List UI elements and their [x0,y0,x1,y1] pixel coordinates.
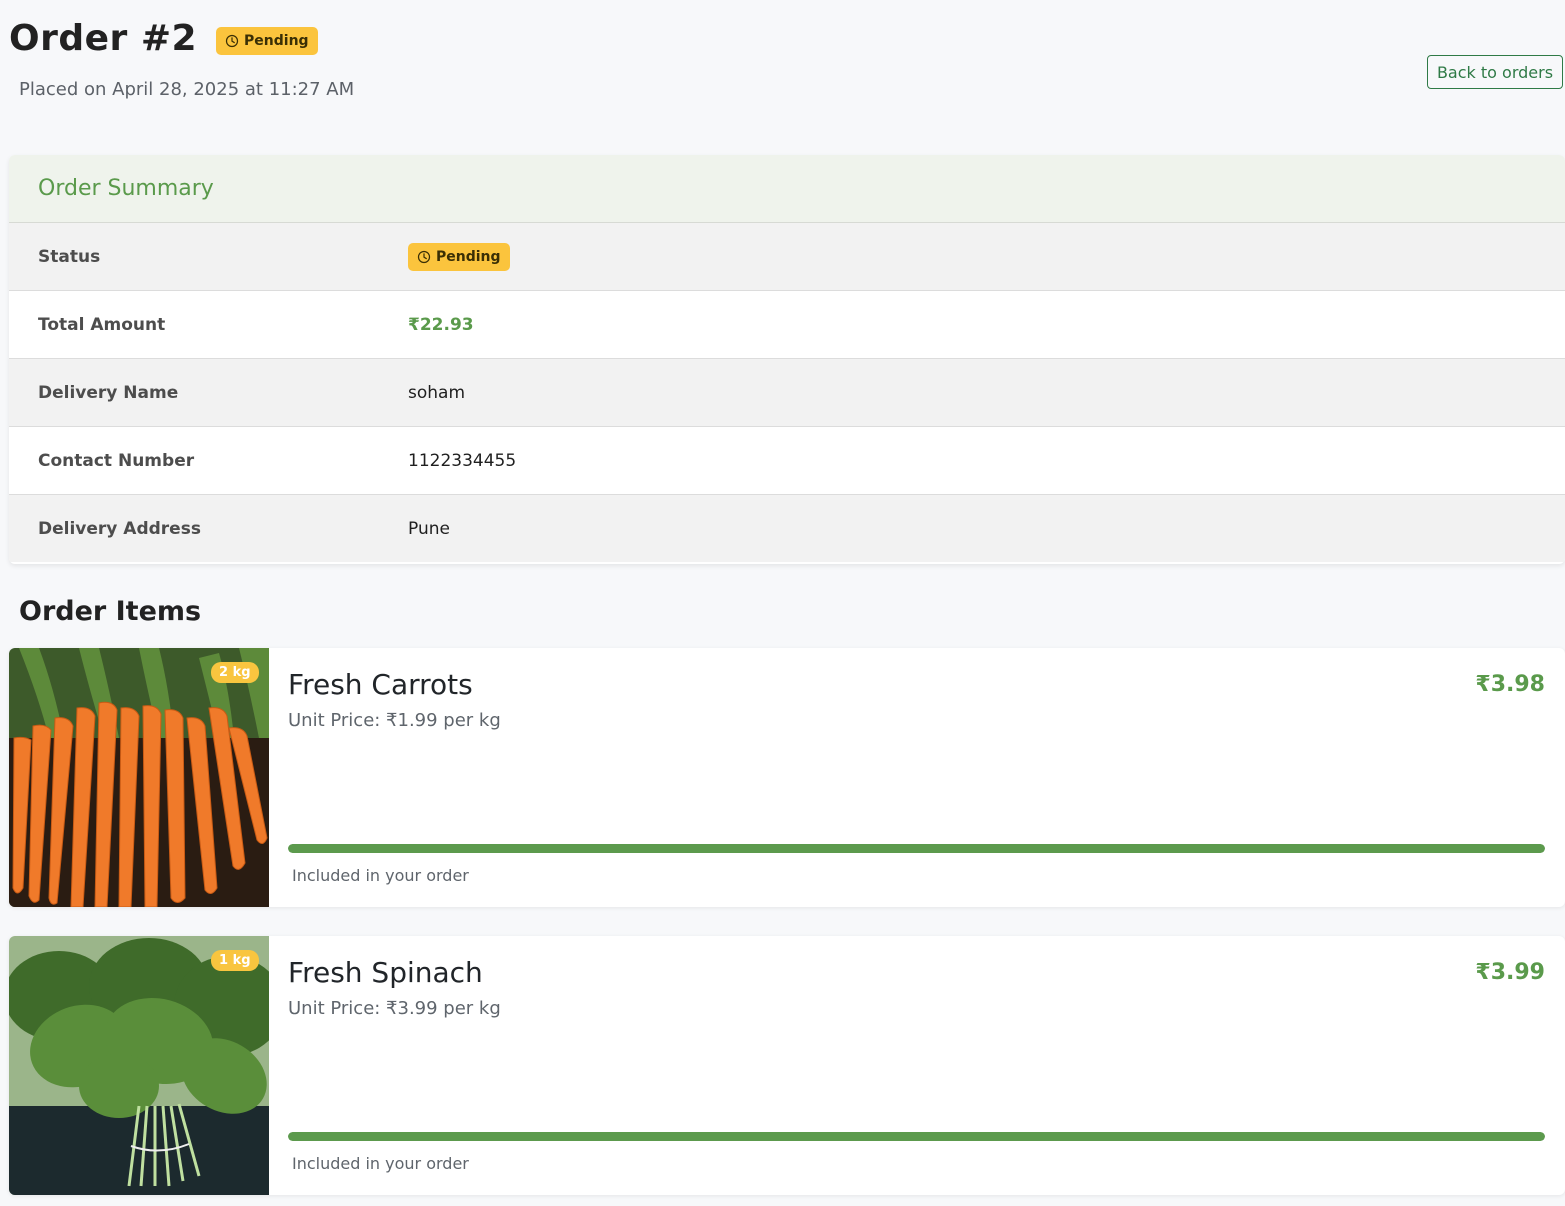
status-badge: Pending [216,26,318,55]
back-to-orders-button[interactable]: Back to orders [1427,55,1563,89]
item-total-price: ₹3.98 [1475,672,1545,697]
summary-header: Order Summary [9,155,1565,223]
summary-label: Delivery Name [38,382,179,403]
summary-label: Contact Number [38,450,195,471]
summary-value: soham [408,382,466,403]
summary-heading: Order Summary [38,176,214,201]
status-badge-label: Pending [436,248,501,265]
summary-row-total: Total Amount ₹22.93 [9,291,1565,359]
clock-icon [417,250,431,263]
summary-label: Status [38,246,101,267]
summary-value: 1122334455 [408,450,517,471]
item-progress-bar [288,1132,1545,1141]
summary-row-contact: Contact Number 1122334455 [9,427,1565,495]
total-amount-value: ₹22.93 [408,314,474,335]
order-item-card: 2 kg Fresh Carrots Unit Price: ₹1.99 per… [9,648,1565,907]
carrots-photo: 2 kg [9,648,269,907]
item-progress-fill [288,844,1545,853]
summary-label: Delivery Address [38,518,201,539]
quantity-badge: 2 kg [211,662,259,683]
item-progress-bar [288,844,1545,853]
summary-row-address: Delivery Address Pune [9,495,1565,562]
page-title: Order #2 [9,18,198,59]
status-badge: Pending [408,242,510,271]
order-header: Order #2 Pending Placed on April 28, 202… [9,18,354,100]
summary-value: Pune [408,518,450,539]
order-item-card: 1 kg Fresh Spinach Unit Price: ₹3.99 per… [9,936,1565,1195]
item-total-price: ₹3.99 [1475,960,1545,985]
spinach-photo: 1 kg [9,936,269,1195]
item-progress-fill [288,1132,1545,1141]
item-progress-label: Included in your order [292,1154,469,1173]
order-items-heading: Order Items [19,596,202,627]
item-unit-price: Unit Price: ₹3.99 per kg [288,998,501,1019]
item-unit-price: Unit Price: ₹1.99 per kg [288,710,501,731]
summary-label: Total Amount [38,314,166,335]
placed-date: Placed on April 28, 2025 at 11:27 AM [19,79,355,100]
title-row: Order #2 Pending [9,18,354,59]
clock-icon [225,34,239,47]
item-progress-label: Included in your order [292,866,469,885]
quantity-badge: 1 kg [211,950,259,971]
status-badge-label: Pending [244,32,309,49]
summary-row-delivery-name: Delivery Name soham [9,359,1565,427]
summary-row-status: Status Pending [9,223,1565,291]
item-name: Fresh Spinach [288,956,483,989]
order-summary-card: Order Summary Status Pending Total Amoun… [9,155,1565,564]
summary-value: Pending [408,242,510,271]
item-name: Fresh Carrots [288,668,473,701]
